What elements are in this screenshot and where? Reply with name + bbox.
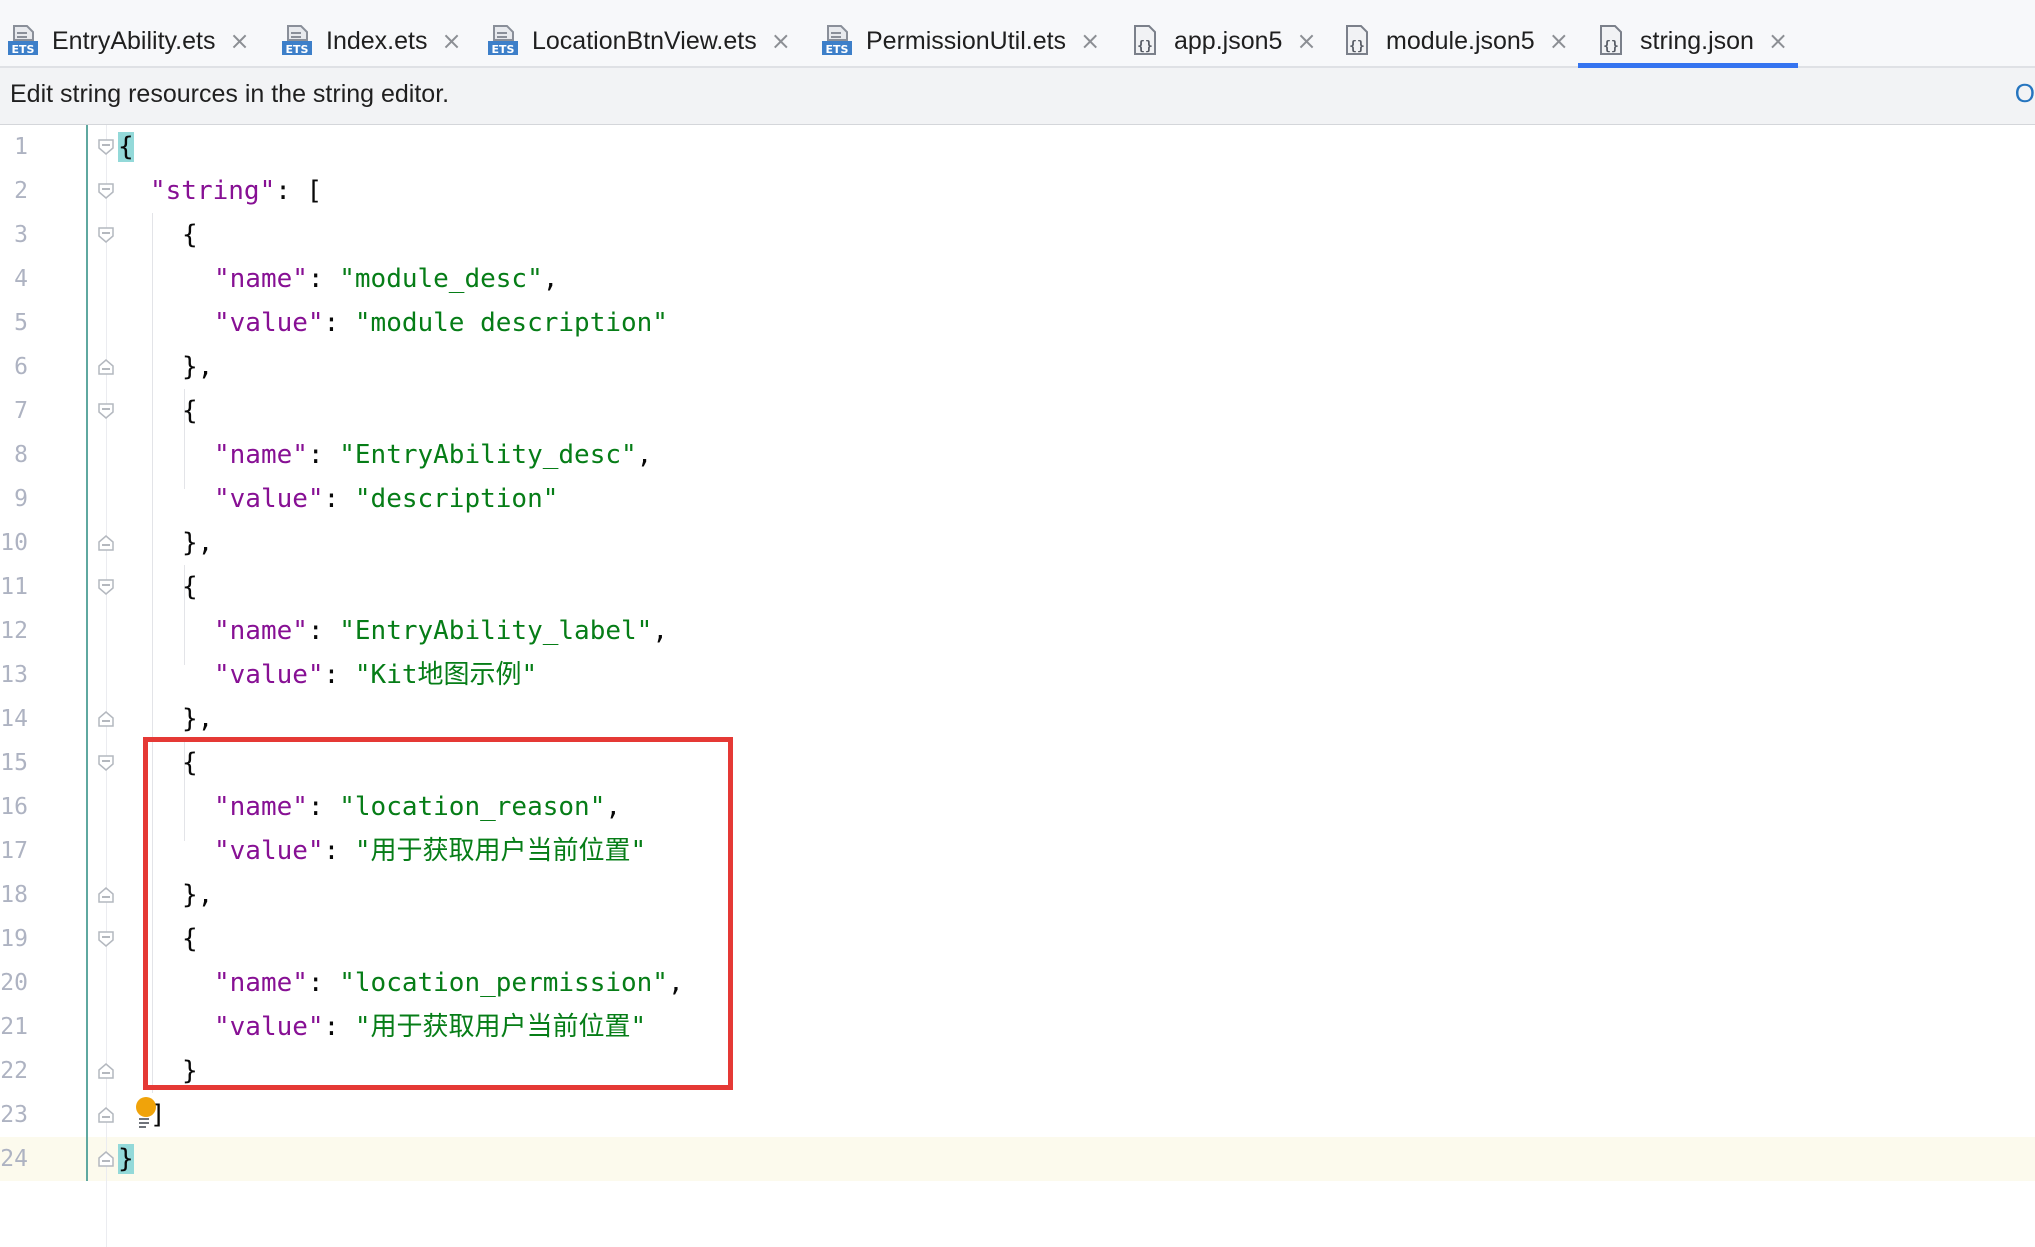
code-line: {	[182, 572, 198, 602]
line-number: 15	[0, 750, 28, 776]
close-tab-icon[interactable]: ×	[771, 26, 791, 56]
close-tab-icon[interactable]: ×	[1080, 26, 1100, 56]
line-number: 6	[14, 354, 28, 380]
line-number: 7	[14, 398, 28, 424]
lightbulb-icon[interactable]	[135, 1097, 159, 1131]
line-number: 10	[0, 530, 28, 556]
close-tab-icon[interactable]: ×	[229, 26, 249, 56]
editor-tab-bar: ETS EntryAbility.ets × ETS Index.ets × E…	[0, 0, 2035, 68]
svg-text:{}: {}	[1349, 39, 1365, 54]
tab-label: app.json5	[1174, 27, 1283, 55]
tab-label: module.json5	[1386, 27, 1535, 55]
line-number: 5	[14, 310, 28, 336]
line-number: 24	[0, 1146, 28, 1172]
json-file-icon: {}	[1346, 25, 1368, 55]
close-tab-icon[interactable]: ×	[441, 26, 461, 56]
fold-open-icon[interactable]	[97, 138, 115, 156]
ets-file-icon: ETS	[822, 25, 852, 56]
notification-text: Edit string resources in the string edit…	[10, 80, 450, 108]
tab-module-json5[interactable]: {} module.json5 ×	[1342, 14, 1569, 68]
fold-close-icon[interactable]	[97, 886, 115, 904]
tab-label: string.json	[1640, 27, 1754, 55]
line-number: 17	[0, 838, 28, 864]
code-line: "name": "EntryAbility_label",	[214, 616, 668, 646]
svg-text:ETS: ETS	[826, 43, 849, 56]
code-line: },	[182, 704, 214, 734]
line-number: 20	[0, 970, 28, 996]
current-line-highlight	[0, 1137, 2035, 1181]
json-file-icon: {}	[1134, 25, 1156, 55]
line-number: 19	[0, 926, 28, 952]
svg-text:ETS: ETS	[286, 43, 309, 56]
ets-file-icon: ETS	[8, 25, 38, 56]
line-number: 21	[0, 1014, 28, 1040]
code-line: {	[182, 220, 198, 250]
tab-locationbtnview-ets[interactable]: ETS LocationBtnView.ets ×	[488, 14, 791, 68]
code-line: "value": "description"	[214, 484, 559, 514]
fold-open-icon[interactable]	[97, 402, 115, 420]
code-line: "name": "EntryAbility_desc",	[214, 440, 653, 470]
fold-close-icon[interactable]	[97, 358, 115, 376]
line-number: 18	[0, 882, 28, 908]
line-number: 3	[14, 222, 28, 248]
tab-entryability-ets[interactable]: ETS EntryAbility.ets ×	[8, 14, 250, 68]
line-number: 12	[0, 618, 28, 644]
line-number: 4	[14, 266, 28, 292]
code-line: },	[182, 352, 214, 382]
vcs-change-marker	[86, 125, 88, 1181]
line-number: 14	[0, 706, 28, 732]
fold-open-icon[interactable]	[97, 182, 115, 200]
code-line: {	[118, 125, 134, 169]
fold-open-icon[interactable]	[97, 578, 115, 596]
code-editor[interactable]: 1 2 3 4 5 6 7 8 9 10 11 12 13 14 15 16 1…	[0, 125, 2035, 1247]
json-file-icon: {}	[1600, 25, 1622, 55]
tab-index-ets[interactable]: ETS Index.ets ×	[282, 14, 462, 68]
svg-text:{}: {}	[1137, 39, 1153, 54]
svg-text:ETS: ETS	[492, 43, 515, 56]
code-line: },	[182, 528, 214, 558]
tab-string-json[interactable]: {} string.json ×	[1578, 14, 1798, 68]
line-number: 23	[0, 1102, 28, 1128]
tab-app-json5[interactable]: {} app.json5 ×	[1130, 14, 1317, 68]
tab-label: LocationBtnView.ets	[532, 27, 757, 55]
matched-brace: }	[118, 1144, 134, 1174]
tab-permissionutil-ets[interactable]: ETS PermissionUtil.ets ×	[822, 14, 1100, 68]
line-number: 1	[14, 134, 28, 160]
line-number: 13	[0, 662, 28, 688]
code-line: "value": "module description"	[214, 308, 668, 338]
fold-close-icon[interactable]	[97, 534, 115, 552]
ets-file-icon: ETS	[282, 25, 312, 56]
line-number: 8	[14, 442, 28, 468]
line-number: 11	[0, 574, 28, 600]
open-editor-link[interactable]: O	[2015, 78, 2035, 109]
ets-file-icon: ETS	[488, 25, 518, 56]
line-number: 22	[0, 1058, 28, 1084]
fold-close-icon[interactable]	[97, 1150, 115, 1168]
fold-open-icon[interactable]	[97, 754, 115, 772]
line-number: 2	[14, 178, 28, 204]
editor-notification-bar: Edit string resources in the string edit…	[0, 68, 2035, 125]
svg-text:ETS: ETS	[12, 43, 35, 56]
fold-open-icon[interactable]	[97, 226, 115, 244]
svg-text:{}: {}	[1603, 39, 1619, 54]
fold-close-icon[interactable]	[97, 1062, 115, 1080]
fold-close-icon[interactable]	[97, 710, 115, 728]
tab-label: PermissionUtil.ets	[866, 27, 1067, 55]
fold-close-icon[interactable]	[97, 1106, 115, 1124]
annotation-highlight-box	[143, 737, 733, 1090]
close-tab-icon[interactable]: ×	[1296, 26, 1316, 56]
line-number: 9	[14, 486, 28, 512]
code-line: "string": [	[150, 176, 323, 206]
close-tab-icon[interactable]: ×	[1768, 26, 1788, 56]
fold-open-icon[interactable]	[97, 930, 115, 948]
code-line: {	[182, 396, 198, 426]
code-line: "name": "module_desc",	[214, 264, 559, 294]
code-line: }	[118, 1137, 134, 1181]
line-number: 16	[0, 794, 28, 820]
tab-label: Index.ets	[326, 27, 428, 55]
close-tab-icon[interactable]: ×	[1549, 26, 1569, 56]
matched-brace: {	[118, 132, 134, 162]
code-line: "value": "Kit地图示例"	[214, 660, 538, 690]
tab-label: EntryAbility.ets	[52, 27, 216, 55]
